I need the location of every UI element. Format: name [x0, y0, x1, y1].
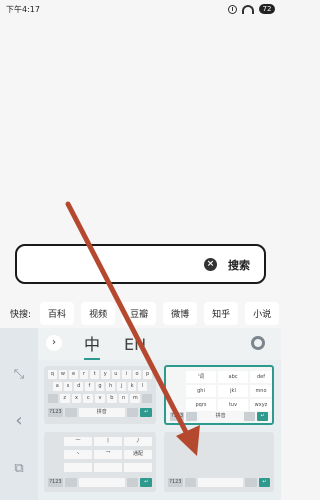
search-input[interactable]: × 搜索: [15, 244, 266, 284]
keyboard-picker: ⤡ ‹ ⧉ › 中 EN q w e r t y u i o p a s d f…: [0, 328, 281, 500]
key: u: [111, 370, 121, 379]
key: f: [85, 382, 94, 391]
key: q: [48, 370, 57, 379]
search-button[interactable]: 搜索: [228, 255, 250, 275]
space-key: 拼音: [198, 412, 243, 421]
quick-search-item[interactable]: 微博: [163, 301, 198, 325]
float-keyboard-icon[interactable]: ⧉: [10, 460, 28, 478]
key: [126, 478, 139, 487]
key: a: [53, 382, 62, 391]
layout-t9[interactable]: '词 abc def ghi jkl mno pqrs tuv wxyz ?12…: [164, 365, 274, 425]
quick-search-bar: 快搜: 百科 视频 豆瓣 微博 知乎 小说: [0, 298, 281, 328]
key: ghi: [186, 385, 216, 397]
key: v: [95, 394, 105, 403]
layout-handwriting[interactable]: ?123 ↵: [164, 432, 274, 492]
alarm-icon: [228, 4, 237, 14]
enter-key: ↵: [258, 478, 270, 487]
key: y: [100, 370, 110, 379]
key: 丿: [124, 437, 152, 446]
key: z: [59, 394, 70, 403]
shift-key: [48, 394, 58, 403]
key: [244, 412, 256, 421]
key: [245, 478, 257, 487]
key: c: [83, 394, 94, 403]
key: 一: [64, 437, 92, 446]
key: def: [250, 371, 272, 383]
key: m: [130, 394, 141, 403]
key: h: [106, 382, 116, 391]
key: wxyz: [250, 399, 272, 411]
key: n: [118, 394, 129, 403]
back-icon[interactable]: ‹: [10, 412, 28, 430]
clear-icon[interactable]: ×: [204, 258, 217, 271]
key: s: [63, 382, 73, 391]
key: r: [79, 370, 89, 379]
symbol-key: ?123: [170, 412, 185, 421]
battery-indicator: 72: [259, 4, 275, 14]
key: p: [143, 370, 152, 379]
key: 丶: [64, 450, 92, 459]
key: x: [71, 394, 82, 403]
enter-key: ↵: [140, 478, 152, 487]
key: d: [74, 382, 84, 391]
key: [64, 463, 92, 472]
key: '词: [186, 371, 216, 383]
quick-search-item[interactable]: 知乎: [204, 301, 239, 325]
layout-qwerty[interactable]: q w e r t y u i o p a s d f g h j k l z …: [44, 366, 156, 424]
keyboard-type-bar: › 中 EN: [38, 328, 281, 360]
status-bar: 下午4:17 72: [0, 0, 281, 18]
key: jkl: [218, 385, 248, 397]
key: 通配: [124, 450, 152, 459]
keyboard-side-rail: ⤡ ‹ ⧉: [0, 328, 38, 500]
symbol-key: ?123: [48, 408, 64, 417]
quick-search-label: 快搜:: [10, 309, 32, 320]
tab-chinese[interactable]: 中: [78, 332, 106, 360]
key: [124, 463, 152, 472]
key: b: [106, 394, 117, 403]
key: o: [132, 370, 142, 379]
resize-icon[interactable]: ⤡: [10, 366, 28, 384]
key: g: [95, 382, 105, 391]
screen: 下午4:17 72 × 搜索 快搜: 百科 视频 豆瓣 微博 知乎 小说 ⤡ ‹…: [0, 0, 281, 500]
space-key: 拼音: [78, 408, 125, 417]
key: 乛: [94, 450, 122, 459]
key: l: [138, 382, 148, 391]
tab-english[interactable]: EN: [124, 332, 146, 358]
collapse-button[interactable]: ›: [46, 335, 62, 351]
layout-stroke[interactable]: 一 丨 丿 丶 乛 通配 ?123 ↵: [44, 432, 156, 492]
key: [65, 478, 77, 487]
status-icons: 72: [228, 4, 275, 14]
key: [186, 412, 197, 421]
enter-key: ↵: [257, 412, 268, 421]
delete-key: [142, 394, 153, 403]
space-key: [198, 478, 244, 487]
key: e: [69, 370, 78, 379]
key: j: [117, 382, 126, 391]
status-time: 下午4:17: [6, 4, 40, 14]
quick-search-item[interactable]: 豆瓣: [122, 301, 157, 325]
key: [184, 478, 197, 487]
key: abc: [218, 371, 248, 383]
quick-search-item[interactable]: 小说: [245, 301, 280, 325]
key: i: [122, 370, 131, 379]
key: [65, 408, 77, 417]
quick-search-item[interactable]: 百科: [40, 301, 75, 325]
key: [126, 408, 139, 417]
key: t: [90, 370, 99, 379]
symbol-key: ?123: [48, 478, 64, 487]
key: w: [58, 370, 68, 379]
key: tuv: [218, 399, 248, 411]
key: k: [127, 382, 137, 391]
symbol-key: ?123: [168, 478, 183, 487]
wifi-icon: [242, 4, 254, 14]
key: pqrs: [186, 399, 216, 411]
key: 丨: [94, 437, 122, 446]
space-key: [78, 478, 125, 487]
key: [94, 463, 122, 472]
enter-key: ↵: [140, 408, 152, 417]
quick-search-item[interactable]: 视频: [81, 301, 116, 325]
gear-icon[interactable]: [251, 336, 265, 350]
key: mno: [250, 385, 272, 397]
